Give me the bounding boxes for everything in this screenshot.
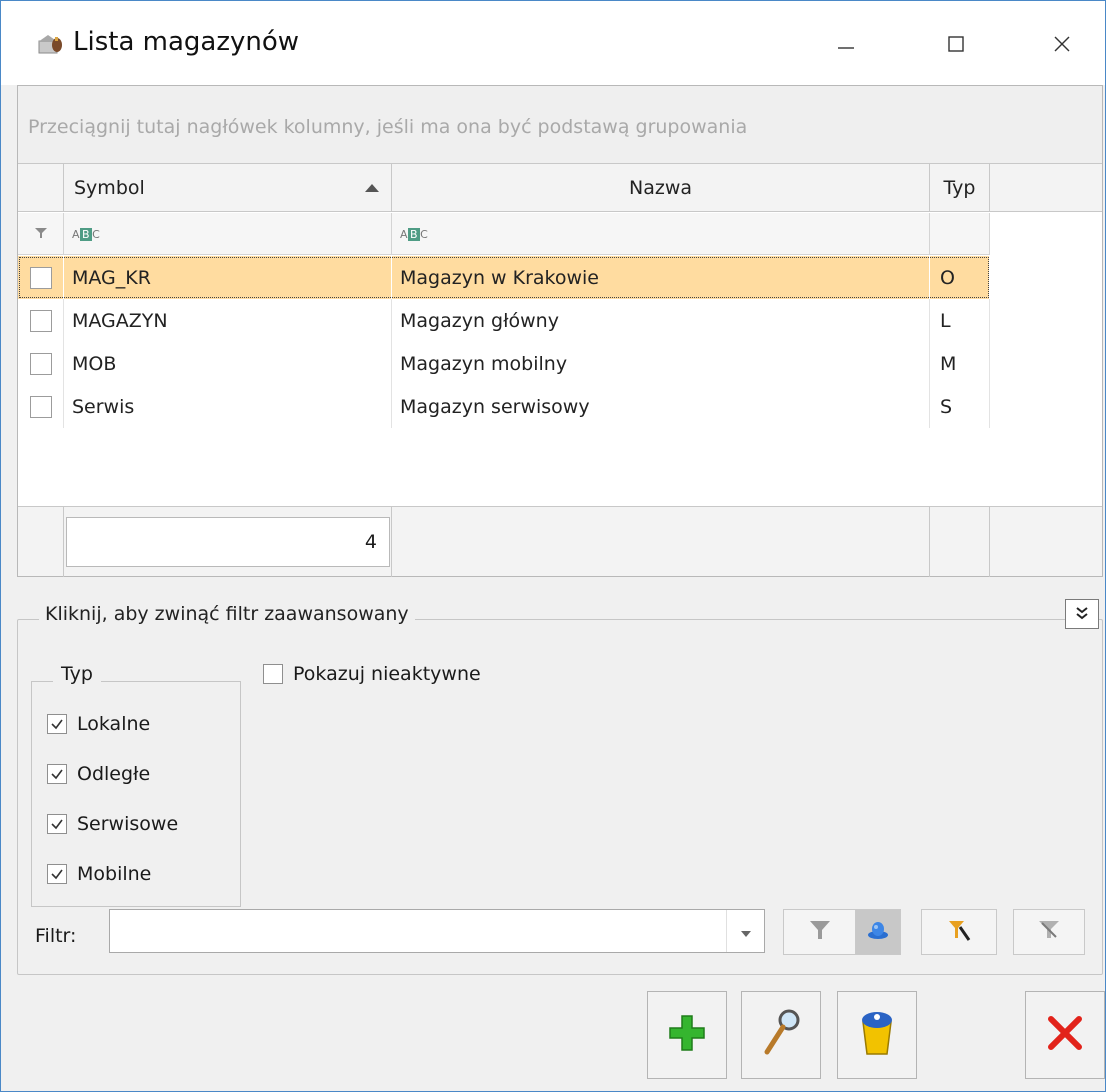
cell-symbol: MOB bbox=[64, 342, 392, 385]
show-inactive-label: Pokazuj nieaktywne bbox=[293, 663, 481, 685]
text-filter-icon: ABC bbox=[400, 227, 429, 241]
filter-dropdown-button[interactable] bbox=[726, 910, 764, 952]
caret-down-icon bbox=[740, 922, 751, 941]
window-title: Lista magazynów bbox=[73, 27, 300, 57]
add-button[interactable] bbox=[647, 991, 727, 1079]
checkbox-checked[interactable] bbox=[47, 714, 67, 734]
builder-filter-button[interactable] bbox=[855, 909, 901, 955]
funnel-icon bbox=[34, 225, 48, 244]
cell-typ: M bbox=[930, 342, 990, 385]
row-checkbox[interactable] bbox=[18, 256, 64, 299]
column-header-nazwa-label: Nazwa bbox=[628, 177, 692, 199]
footer-cell-empty bbox=[18, 507, 64, 577]
minimize-button[interactable] bbox=[811, 21, 881, 67]
row-checkbox[interactable] bbox=[18, 385, 64, 428]
filter-row-icon-cell[interactable] bbox=[18, 213, 64, 255]
cell-typ: L bbox=[930, 299, 990, 342]
column-header-typ[interactable]: Typ bbox=[930, 164, 990, 212]
cell-typ: O bbox=[930, 256, 990, 299]
column-header-nazwa[interactable]: Nazwa bbox=[392, 164, 930, 212]
checkbox-box bbox=[29, 352, 52, 375]
window: Lista magazynów Przeciągnij tutaj nagłów… bbox=[0, 0, 1106, 1092]
funnel-icon bbox=[808, 918, 832, 946]
cell-nazwa: Magazyn w Krakowie bbox=[392, 256, 930, 299]
cell-nazwa: Magazyn główny bbox=[392, 299, 930, 342]
close-x-icon bbox=[1045, 1013, 1085, 1057]
column-header-symbol[interactable]: Symbol bbox=[64, 164, 392, 212]
typ-option-odlegle[interactable]: Odległe bbox=[47, 759, 150, 789]
delete-button[interactable] bbox=[837, 991, 917, 1079]
footer-cell-nazwa bbox=[392, 507, 930, 577]
trash-icon bbox=[857, 1008, 897, 1062]
cell-typ: S bbox=[930, 385, 990, 428]
checkbox-box bbox=[29, 395, 52, 418]
column-header-symbol-label: Symbol bbox=[74, 177, 145, 199]
group-by-panel[interactable]: Przeciągnij tutaj nagłówek kolumny, jeśl… bbox=[18, 86, 1102, 164]
filter-combobox[interactable] bbox=[109, 909, 765, 953]
filter-cell-symbol[interactable]: ABC bbox=[64, 213, 392, 255]
typ-option-lokalne[interactable]: Lokalne bbox=[47, 709, 150, 739]
typ-option-label: Lokalne bbox=[77, 713, 151, 735]
record-count: 4 bbox=[66, 517, 390, 567]
filter-label: Filtr: bbox=[35, 925, 77, 947]
filter-cell-nazwa[interactable]: ABC bbox=[392, 213, 930, 255]
title-bar[interactable]: Lista magazynów bbox=[1, 1, 1105, 85]
text-filter-icon: ABC bbox=[72, 227, 101, 241]
checkbox-box bbox=[29, 266, 52, 289]
sort-ascending-icon bbox=[365, 184, 379, 192]
edit-filter-button[interactable] bbox=[921, 909, 997, 955]
filter-cell-typ[interactable] bbox=[930, 213, 990, 255]
typ-option-label: Mobilne bbox=[77, 863, 152, 885]
typ-option-mobilne[interactable]: Mobilne bbox=[47, 859, 151, 889]
maximize-button[interactable] bbox=[921, 21, 991, 67]
group-by-hint: Przeciągnij tutaj nagłówek kolumny, jeśl… bbox=[28, 116, 748, 138]
advanced-filter-toggle-label[interactable]: Kliknij, aby zwinąć filtr zaawansowany bbox=[39, 603, 415, 625]
close-window-button[interactable] bbox=[1027, 21, 1097, 67]
typ-option-serwisowe[interactable]: Serwisowe bbox=[47, 809, 178, 839]
grid-header: Symbol Nazwa Typ bbox=[18, 164, 1102, 212]
cell-symbol: Serwis bbox=[64, 385, 392, 428]
clear-filter-button[interactable] bbox=[1013, 909, 1085, 955]
show-inactive-option[interactable]: Pokazuj nieaktywne bbox=[263, 659, 481, 689]
row-checkbox[interactable] bbox=[18, 342, 64, 385]
cell-symbol: MAG_KR bbox=[64, 256, 392, 299]
funnel-wand-icon bbox=[946, 917, 972, 947]
typ-group-label: Typ bbox=[53, 663, 101, 685]
checkbox-checked[interactable] bbox=[47, 814, 67, 834]
checkbox-checked[interactable] bbox=[47, 764, 67, 784]
header-select-column[interactable] bbox=[18, 164, 64, 212]
table-row[interactable]: MOB Magazyn mobilny M bbox=[18, 342, 990, 385]
checkbox-box bbox=[29, 309, 52, 332]
edit-button[interactable] bbox=[741, 991, 821, 1079]
plus-icon bbox=[667, 1013, 707, 1057]
checkbox-checked[interactable] bbox=[47, 864, 67, 884]
row-checkbox[interactable] bbox=[18, 299, 64, 342]
blue-hat-icon bbox=[866, 918, 890, 946]
warehouse-icon bbox=[37, 31, 65, 57]
warehouse-grid: Przeciągnij tutaj nagłówek kolumny, jeśl… bbox=[17, 85, 1103, 577]
typ-option-label: Odległe bbox=[77, 763, 151, 785]
apply-filter-button[interactable] bbox=[783, 909, 855, 955]
table-row[interactable]: MAG_KR Magazyn w Krakowie O bbox=[18, 256, 990, 299]
grid-summary-footer: 4 bbox=[18, 506, 1102, 577]
checkbox-unchecked[interactable] bbox=[263, 664, 283, 684]
funnel-clear-icon bbox=[1036, 917, 1062, 947]
footer-cell-typ bbox=[930, 507, 990, 577]
grid-filter-row: ABC ABC bbox=[18, 213, 990, 255]
cell-symbol: MAGAZYN bbox=[64, 299, 392, 342]
cell-nazwa: Magazyn serwisowy bbox=[392, 385, 930, 428]
double-chevron-down-icon bbox=[1075, 605, 1089, 624]
collapse-filter-button[interactable] bbox=[1065, 599, 1099, 629]
table-row[interactable]: Serwis Magazyn serwisowy S bbox=[18, 385, 990, 428]
cell-nazwa: Magazyn mobilny bbox=[392, 342, 930, 385]
table-row[interactable]: MAGAZYN Magazyn główny L bbox=[18, 299, 990, 342]
footer-cell-symbol: 4 bbox=[64, 507, 392, 577]
column-header-typ-label: Typ bbox=[943, 177, 976, 199]
magnifier-icon bbox=[761, 1008, 801, 1062]
typ-option-label: Serwisowe bbox=[77, 813, 179, 835]
close-button[interactable] bbox=[1025, 991, 1105, 1079]
